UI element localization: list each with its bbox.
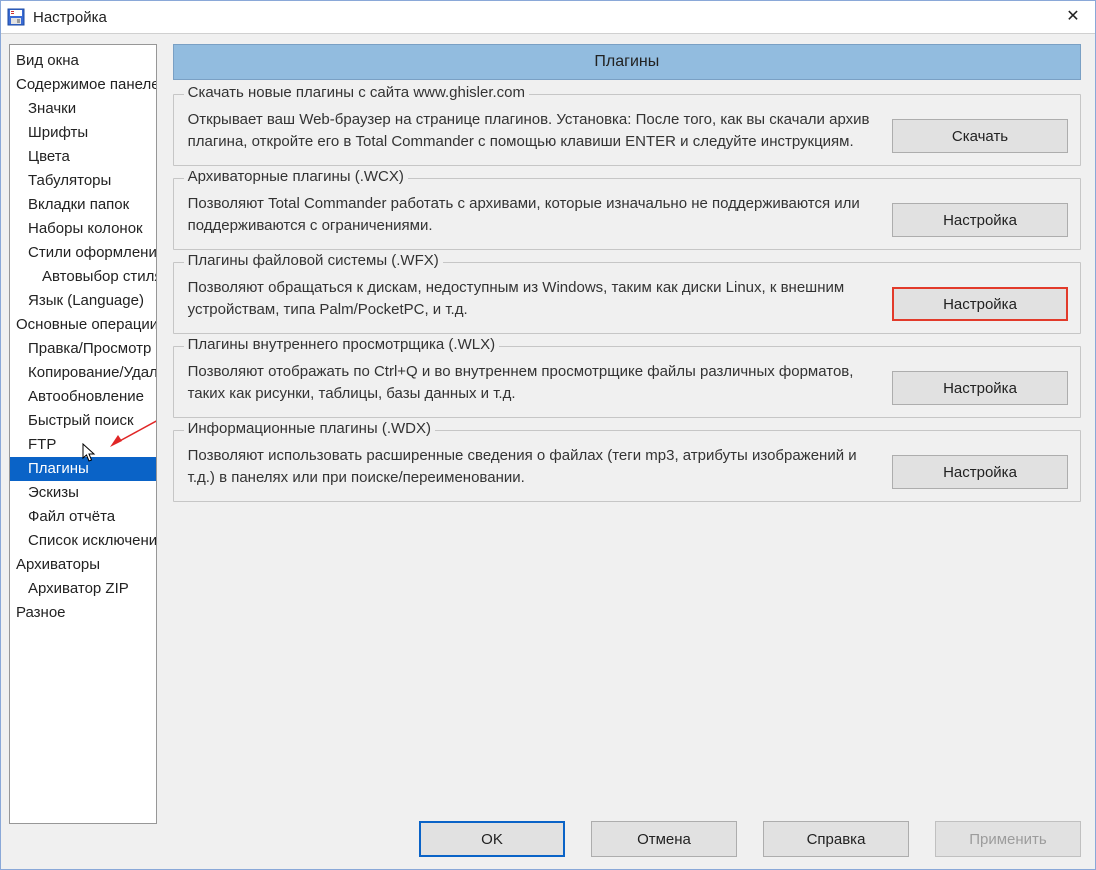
tree-item-быстрый-поиск[interactable]: Быстрый поиск (10, 409, 156, 433)
groupbox-2: Плагины файловой системы (.WFX)Позволяют… (173, 262, 1081, 334)
groupbox-body: Открывает ваш Web-браузер на странице пл… (188, 109, 1068, 153)
groupbox-body: Позволяют отображать по Ctrl+Q и во внут… (188, 361, 1068, 405)
download-button[interactable]: Скачать (892, 119, 1068, 153)
tree-item-архиватор-zip[interactable]: Архиватор ZIP (10, 577, 156, 601)
groupbox-description: Позволяют использовать расширенные сведе… (188, 445, 876, 489)
tree-item-вкладки-папок[interactable]: Вкладки папок (10, 193, 156, 217)
apply-button[interactable]: Применить (935, 821, 1081, 857)
groupbox-description: Позволяют отображать по Ctrl+Q и во внут… (188, 361, 876, 405)
tree-item-правка-просмотр[interactable]: Правка/Просмотр (10, 337, 156, 361)
tree-item-ftp[interactable]: FTP (10, 433, 156, 457)
close-button[interactable]: ✕ (1051, 1, 1095, 33)
tree-item-файл-отчёта[interactable]: Файл отчёта (10, 505, 156, 529)
groupbox-title: Плагины внутреннего просмотрщика (.WLX) (184, 336, 499, 353)
tree-item-архиваторы[interactable]: Архиваторы (10, 553, 156, 577)
tree-item-эскизы[interactable]: Эскизы (10, 481, 156, 505)
groupbox-3: Плагины внутреннего просмотрщика (.WLX)П… (173, 346, 1081, 418)
cancel-button[interactable]: Отмена (591, 821, 737, 857)
configure-wfx-button[interactable]: Настройка (892, 287, 1068, 321)
configure-button-1[interactable]: Настройка (892, 203, 1068, 237)
titlebar: Настройка ✕ (1, 1, 1095, 34)
close-icon: ✕ (1066, 9, 1079, 25)
tree-item-вид-окна[interactable]: Вид окна (10, 49, 156, 73)
groupbox-description: Открывает ваш Web-браузер на странице пл… (188, 109, 876, 153)
help-button[interactable]: Справка (763, 821, 909, 857)
dialog-footer: OK Отмена Справка Применить (1, 815, 1095, 869)
dialog-body: Вид окнаСодержимое панелейЗначкиШрифтыЦв… (1, 34, 1095, 815)
tree-item-автовыбор-стиля[interactable]: Автовыбор стиля (10, 265, 156, 289)
groupbox-body: Позволяют использовать расширенные сведе… (188, 445, 1068, 489)
settings-window: Настройка ✕ Вид окнаСодержимое панелейЗн… (0, 0, 1096, 870)
tree-item-копирование-удаление[interactable]: Копирование/Удаление (10, 361, 156, 385)
tree-item-стили-оформления[interactable]: Стили оформления (10, 241, 156, 265)
configure-button-3[interactable]: Настройка (892, 371, 1068, 405)
groupbox-body: Позволяют обращаться к дискам, недоступн… (188, 277, 1068, 321)
tree-item-наборы-колонок[interactable]: Наборы колонок (10, 217, 156, 241)
configure-button-4[interactable]: Настройка (892, 455, 1068, 489)
groupbox-title: Информационные плагины (.WDX) (184, 420, 435, 437)
groupbox-title: Скачать новые плагины с сайта www.ghisle… (184, 84, 529, 101)
groupbox-4: Информационные плагины (.WDX)Позволяют и… (173, 430, 1081, 502)
groupbox-1: Архиваторные плагины (.WCX)Позволяют Tot… (173, 178, 1081, 250)
window-title: Настройка (33, 9, 1051, 26)
tree-item-значки[interactable]: Значки (10, 97, 156, 121)
ok-button[interactable]: OK (419, 821, 565, 857)
groupbox-0: Скачать новые плагины с сайта www.ghisle… (173, 94, 1081, 166)
page-title: Плагины (173, 44, 1081, 80)
groupbox-body: Позволяют Total Commander работать с арх… (188, 193, 1068, 237)
tree-item-автообновление[interactable]: Автообновление (10, 385, 156, 409)
groupbox-title: Плагины файловой системы (.WFX) (184, 252, 443, 269)
tree-item-разное[interactable]: Разное (10, 601, 156, 625)
content-panel: Плагины Скачать новые плагины с сайта ww… (173, 44, 1081, 809)
tree-item-основные-операции[interactable]: Основные операции (10, 313, 156, 337)
groupbox-description: Позволяют обращаться к дискам, недоступн… (188, 277, 876, 321)
groupbox-title: Архиваторные плагины (.WCX) (184, 168, 408, 185)
tree-item-цвета[interactable]: Цвета (10, 145, 156, 169)
tree-item-табуляторы[interactable]: Табуляторы (10, 169, 156, 193)
tree-item-язык-language-[interactable]: Язык (Language) (10, 289, 156, 313)
tree-item-содержимое-панелей[interactable]: Содержимое панелей (10, 73, 156, 97)
groupbox-description: Позволяют Total Commander работать с арх… (188, 193, 876, 237)
tree-item-список-исключений[interactable]: Список исключений (10, 529, 156, 553)
tree-item-плагины[interactable]: Плагины (10, 457, 156, 481)
tree-item-шрифты[interactable]: Шрифты (10, 121, 156, 145)
category-tree[interactable]: Вид окнаСодержимое панелейЗначкиШрифтыЦв… (9, 44, 157, 824)
disk-icon (7, 8, 25, 26)
